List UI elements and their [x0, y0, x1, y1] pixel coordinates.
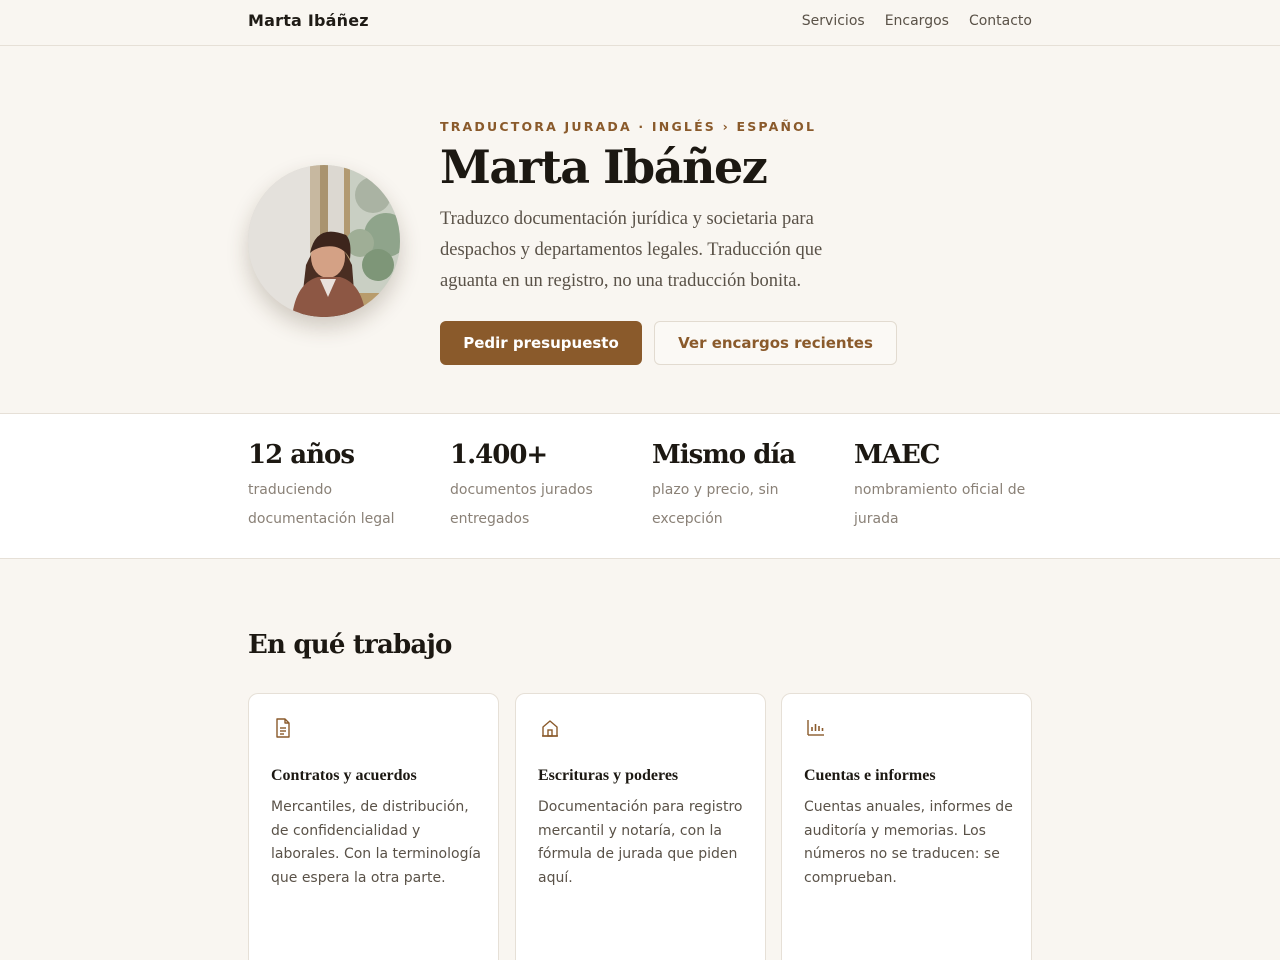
stat-item: 12 años traduciendo documentación legal — [248, 440, 428, 534]
stat-item: 1.400+ documentos jurados entregados — [450, 440, 630, 534]
stat-value: Mismo día — [652, 440, 796, 470]
hero-eyebrow: TRADUCTORA JURADA · INGLÉS › ESPAÑOL — [440, 119, 817, 134]
top-navbar: Marta Ibáñez Servicios Encargos Contacto — [0, 0, 1280, 46]
service-card-contratos[interactable]: Contratos y acuerdos Mercantiles, de dis… — [248, 693, 499, 960]
nav-link-encargos[interactable]: Encargos — [885, 13, 949, 29]
portrait-image — [248, 165, 400, 317]
building-icon — [542, 720, 558, 737]
nav-link-contacto[interactable]: Contacto — [969, 13, 1032, 29]
hero-title: Marta Ibáñez — [440, 140, 768, 194]
nav-link-servicios[interactable]: Servicios — [802, 13, 865, 29]
brand-name[interactable]: Marta Ibáñez — [248, 11, 369, 30]
service-card-title: Cuentas e informes — [804, 767, 936, 784]
stat-label: documentos jurados entregados — [450, 482, 593, 527]
stat-item: MAEC nombramiento oficial de jurada — [854, 440, 1034, 534]
bar-chart-icon — [807, 720, 824, 736]
document-icon — [276, 718, 290, 738]
service-card-escrituras[interactable]: Escrituras y poderes Documentación para … — [515, 693, 766, 960]
stat-label: nombramiento oficial de jurada — [854, 482, 1026, 527]
service-card-text: Documentación para registro mercantil y … — [538, 799, 743, 886]
recent-jobs-button[interactable]: Ver encargos recientes — [654, 321, 897, 365]
service-card-title: Contratos y acuerdos — [271, 767, 417, 784]
request-quote-button[interactable]: Pedir presupuesto — [440, 321, 642, 365]
main-nav: Servicios Encargos Contacto — [802, 13, 1032, 29]
service-card-cuentas[interactable]: Cuentas e informes Cuentas anuales, info… — [781, 693, 1032, 960]
stat-label: traduciendo documentación legal — [248, 482, 395, 527]
profile-photo — [248, 165, 400, 317]
stat-value: 12 años — [248, 440, 355, 470]
service-card-text: Mercantiles, de distribución, de confide… — [271, 799, 481, 886]
stat-item: Mismo día plazo y precio, sin excepción — [652, 440, 832, 534]
services-title: En qué trabajo — [248, 630, 452, 660]
service-card-text: Cuentas anuales, informes de auditoría y… — [804, 799, 1013, 886]
stat-label: plazo y precio, sin excepción — [652, 482, 779, 527]
stat-value: MAEC — [854, 440, 940, 470]
service-card-title: Escrituras y poderes — [538, 767, 679, 784]
hero-description: Traduzco documentación jurídica y societ… — [440, 209, 823, 291]
stats-band: 12 años traduciendo documentación legal … — [0, 413, 1280, 559]
stat-value: 1.400+ — [450, 440, 548, 470]
